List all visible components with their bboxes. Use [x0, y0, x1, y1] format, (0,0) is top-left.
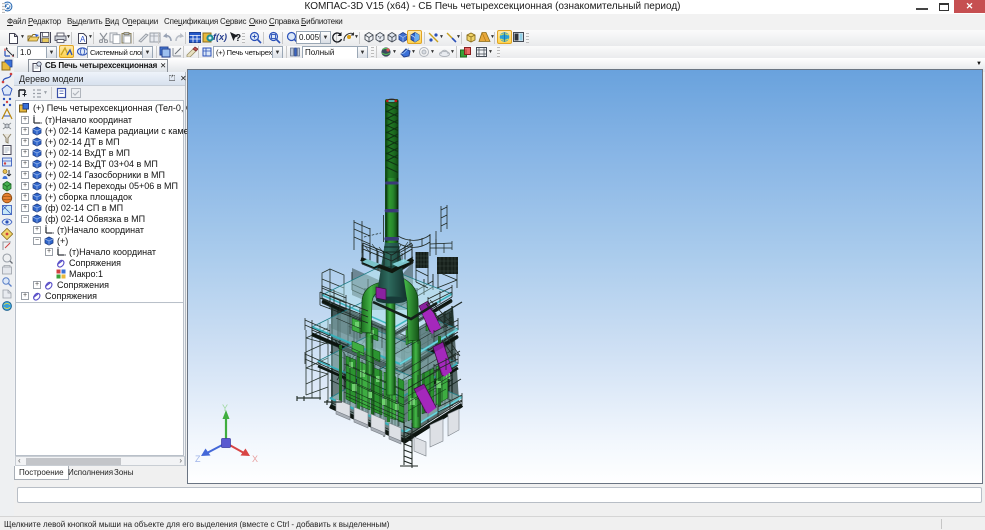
svg-text:Z: Z: [195, 454, 201, 464]
svg-text:?: ?: [235, 33, 241, 43]
svg-text:X: X: [252, 454, 258, 464]
svg-text:A: A: [80, 35, 86, 44]
svg-text:Y: Y: [222, 403, 228, 413]
